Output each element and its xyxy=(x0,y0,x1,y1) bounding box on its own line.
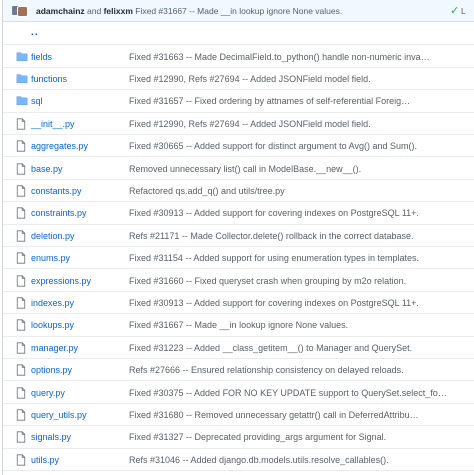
commit-message-link[interactable]: Fixed #31667 -- Made __in lookup ignore … xyxy=(135,6,342,16)
commit-message-link[interactable]: Fixed #31154 -- Added support for using … xyxy=(129,247,469,269)
commit-message-link[interactable]: Fixed #30913 -- Added support for coveri… xyxy=(129,202,469,224)
avatar[interactable] xyxy=(17,6,28,17)
file-icon xyxy=(16,140,28,152)
file-name-link[interactable]: signals.py xyxy=(31,426,71,448)
file-name-link[interactable]: constants.py xyxy=(31,180,82,202)
file-name-link[interactable]: lookups.py xyxy=(31,314,74,336)
commit-message-link[interactable]: Fixed #31660 -- Fixed queryset crash whe… xyxy=(129,270,469,292)
commit-message-link[interactable]: Fixed #31657 -- Fixed ordering by attnam… xyxy=(129,90,469,112)
file-icon xyxy=(16,118,28,130)
file-icon xyxy=(16,230,28,242)
folder-row[interactable]: functions Fixed #12990, Refs #27694 -- Ad… xyxy=(3,68,474,91)
file-name-link[interactable]: constraints.py xyxy=(31,202,87,224)
commit-message-link[interactable]: Refs #21171 -- Made Collector.delete() r… xyxy=(129,225,469,247)
commit-message-link[interactable]: Refactored qs.add_q() and utils/tree.py xyxy=(129,180,469,202)
commit-message-link[interactable]: Fixed #30665 -- Added support for distin… xyxy=(129,135,469,157)
commit-message-link[interactable]: Fixed #30913 -- Added support for coveri… xyxy=(129,292,469,314)
file-row[interactable]: enums.py Fixed #31154 -- Added support fo… xyxy=(3,247,474,270)
folder-icon xyxy=(16,95,28,107)
file-name-link[interactable]: indexes.py xyxy=(31,292,74,314)
file-row[interactable]: options.py Refs #27666 -- Ensured relatio… xyxy=(3,359,474,382)
file-name-link[interactable]: query_utils.py xyxy=(31,404,87,426)
parent-directory-row[interactable]: .. xyxy=(3,23,474,45)
file-name-link[interactable]: aggregates.py xyxy=(31,135,88,157)
file-name-link[interactable]: query.py xyxy=(31,382,65,404)
file-icon xyxy=(16,185,28,197)
file-icon xyxy=(16,386,28,399)
file-row[interactable]: constraints.py Fixed #30913 -- Added supp… xyxy=(3,202,474,225)
file-row[interactable]: deletion.py Refs #21171 -- Made Collector… xyxy=(3,225,474,248)
file-row[interactable]: manager.py Fixed #31223 -- Added __class_… xyxy=(3,337,474,360)
folder-icon xyxy=(16,73,28,85)
file-icon xyxy=(16,207,28,219)
file-name-link[interactable]: deletion.py xyxy=(31,225,75,247)
file-row[interactable]: __init__.py Fixed #12990, Refs #27694 -- … xyxy=(3,113,474,136)
commit-author-link[interactable]: adamchainz xyxy=(36,6,85,16)
file-name-link[interactable]: expressions.py xyxy=(31,270,91,292)
check-icon[interactable]: ✓ xyxy=(450,4,459,17)
file-name-link[interactable]: utils.py xyxy=(31,449,59,471)
folder-icon xyxy=(16,51,28,63)
file-name-link[interactable]: functions xyxy=(31,68,67,90)
file-row[interactable]: constants.py Refactored qs.add_q() and ut… xyxy=(3,180,474,203)
file-name-link[interactable]: manager.py xyxy=(31,337,78,359)
file-icon xyxy=(16,252,28,264)
file-name-link[interactable]: sql xyxy=(31,90,43,112)
file-name-link[interactable]: base.py xyxy=(31,158,63,180)
commit-message-link[interactable]: Fixed #31327 -- Deprecated providing_arg… xyxy=(129,426,469,448)
folder-row[interactable]: sql Fixed #31657 -- Fixed ordering by att… xyxy=(3,90,474,113)
commit-message-link[interactable]: Fixed #31663 -- Made DecimalField.to_pyt… xyxy=(129,46,469,68)
author-avatars[interactable] xyxy=(11,5,29,17)
latest-commit-text: adamchainz and felixxm Fixed #31667 -- M… xyxy=(36,0,342,22)
file-name-link[interactable]: fields xyxy=(31,46,52,68)
file-icon xyxy=(16,431,28,443)
commit-author-conjunction: and xyxy=(87,6,102,16)
file-browser: adamchainz and felixxm Fixed #31667 -- M… xyxy=(2,0,474,475)
file-icon xyxy=(16,364,28,376)
file-row[interactable]: aggregates.py Fixed #30665 -- Added suppo… xyxy=(3,135,474,158)
file-name-link[interactable]: __init__.py xyxy=(31,113,75,135)
file-row[interactable]: expressions.py Fixed #31660 -- Fixed quer… xyxy=(3,270,474,292)
file-name-link[interactable]: enums.py xyxy=(31,247,70,269)
folder-row[interactable]: fields Fixed #31663 -- Made DecimalField.… xyxy=(3,46,474,68)
file-row[interactable]: indexes.py Fixed #30913 -- Added support … xyxy=(3,292,474,315)
file-icon xyxy=(16,454,28,466)
file-icon xyxy=(16,297,28,309)
parent-directory-link[interactable]: .. xyxy=(31,27,39,38)
latest-commit-bar: adamchainz and felixxm Fixed #31667 -- M… xyxy=(3,0,474,22)
file-icon xyxy=(16,342,28,354)
file-name-link[interactable]: options.py xyxy=(31,359,72,381)
commit-message-link[interactable]: Fixed #12990, Refs #27694 -- Added JSONF… xyxy=(129,68,469,90)
commit-message-link[interactable]: Removed unnecessary list() call in Model… xyxy=(129,158,469,180)
commit-message-link[interactable]: Fixed #31223 -- Added __class_getitem__(… xyxy=(129,337,469,359)
commit-message-link[interactable]: Refs #27666 -- Ensured relationship cons… xyxy=(129,359,469,381)
commit-message-link[interactable]: Fixed #31667 -- Made __in lookup ignore … xyxy=(129,314,469,336)
commit-message-link[interactable]: Fixed #12990, Refs #27694 -- Added JSONF… xyxy=(129,113,469,135)
file-row[interactable]: utils.py Refs #31046 -- Added django.db.m… xyxy=(3,449,474,472)
commit-message-link[interactable]: Fixed #30375 -- Added FOR NO KEY UPDATE … xyxy=(129,382,469,404)
commit-message-link[interactable]: Fixed #31680 -- Removed unnecessary geta… xyxy=(129,404,469,426)
commit-coauthor-link[interactable]: felixxm xyxy=(104,6,133,16)
latest-commit-label[interactable]: L xyxy=(461,0,466,22)
file-row[interactable]: lookups.py Fixed #31667 -- Made __in look… xyxy=(3,314,474,337)
file-row[interactable]: signals.py Fixed #31327 -- Deprecated pro… xyxy=(3,426,474,449)
file-icon xyxy=(16,409,28,421)
file-row[interactable]: base.py Removed unnecessary list() call i… xyxy=(3,158,474,180)
commit-message-link[interactable]: Refs #31046 -- Added django.db.models.ut… xyxy=(129,449,469,471)
file-row[interactable]: query.py Fixed #30375 -- Added FOR NO KEY… xyxy=(3,382,474,404)
file-row[interactable]: query_utils.py Fixed #31680 -- Removed un… xyxy=(3,404,474,427)
file-icon xyxy=(16,274,28,287)
file-icon xyxy=(16,162,28,175)
file-icon xyxy=(16,319,28,331)
